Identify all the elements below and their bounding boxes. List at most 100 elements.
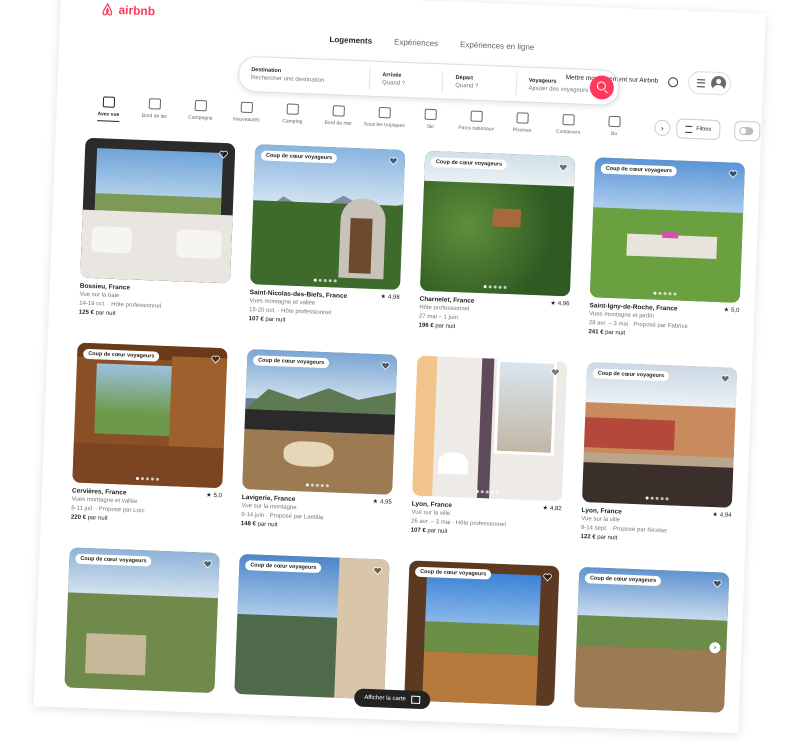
category-bord-de-lac[interactable]: Bord de lac: [132, 98, 177, 121]
listing-card[interactable]: Coup de cœur voyageurs: [404, 560, 560, 707]
listing-photo[interactable]: [412, 355, 568, 502]
price-amount: 148 €: [240, 520, 256, 528]
listing-photo[interactable]: Coup de cœur voyageurs: [64, 547, 220, 694]
rating-value: 4,98: [387, 294, 400, 301]
checkout-label: Départ: [455, 74, 474, 82]
category-nouveautes[interactable]: Nouveautés: [224, 101, 269, 124]
category-label: Containers: [555, 128, 581, 136]
category-avec-vue[interactable]: Avec vue: [86, 96, 131, 123]
rating-value: 4,82: [549, 505, 562, 513]
countryside-icon: [194, 99, 208, 112]
price-amount: 107 €: [410, 527, 426, 534]
price-suffix: par nuit: [435, 323, 456, 330]
listing-photo[interactable]: Coup de cœur voyageurs: [589, 157, 746, 303]
heart-icon[interactable]: [373, 566, 382, 575]
category-label: Piscines: [512, 127, 532, 134]
listing-info: Lyon, France ★ 4,82 Vue sur la ville 26 a…: [411, 500, 562, 541]
checkin-field[interactable]: Arrivée Quand ?: [369, 67, 444, 93]
heart-icon[interactable]: [728, 169, 738, 179]
listing-photo[interactable]: Coup de cœur voyageurs: [581, 362, 738, 508]
category-bo[interactable]: Bo: [592, 115, 637, 138]
star-icon: ★: [372, 499, 379, 506]
listing-info: Bossieu, France Vue sur la baie 14-19 oc…: [79, 282, 230, 323]
listing-photo[interactable]: Coup de cœur voyageurs: [242, 349, 398, 495]
listing-card[interactable]: Bossieu, France Vue sur la baie 14-19 oc…: [79, 137, 236, 323]
show-map-label: Afficher la carte: [364, 694, 406, 703]
heart-icon[interactable]: [211, 355, 220, 364]
price-amount: 122 €: [580, 533, 596, 541]
heart-icon[interactable]: [551, 368, 560, 377]
heart-icon[interactable]: [721, 374, 730, 384]
show-map-button[interactable]: Afficher la carte: [353, 688, 431, 710]
listing-card[interactable]: Coup de cœur voyageurs Lavigerie, France…: [241, 349, 398, 534]
listing-info: Lyon, France ★ 4,94 Vue sur la ville 9-14…: [580, 506, 731, 547]
category-camping[interactable]: Camping: [270, 103, 315, 126]
listing-card[interactable]: Coup de cœur voyageurs Saint-Igny-de-Roc…: [588, 157, 746, 342]
user-menu-button[interactable]: [687, 70, 732, 96]
heart-icon[interactable]: [389, 156, 398, 166]
listing-photo[interactable]: Coup de cœur voyageurs: [72, 342, 228, 489]
star-icon: ★: [206, 492, 212, 499]
heart-icon[interactable]: [543, 573, 552, 582]
category-label: Campagne: [188, 114, 213, 122]
listing-card[interactable]: Coup de cœur voyageurs ›: [574, 566, 730, 713]
star-icon: ★: [380, 294, 387, 301]
checkout-field[interactable]: Départ Quand ?: [443, 70, 518, 96]
globe-icon[interactable]: [667, 76, 679, 87]
heart-icon[interactable]: [203, 560, 213, 569]
display-total-toggle[interactable]: [733, 120, 761, 142]
listing-card[interactable]: Coup de cœur voyageurs: [234, 553, 390, 700]
destination-field[interactable]: Destination Rechercher une destination: [238, 62, 371, 90]
listing-photo[interactable]: Coup de cœur voyageurs: [419, 150, 576, 297]
price-amount: 220 €: [70, 514, 87, 521]
category-containers[interactable]: Containers: [546, 113, 591, 136]
listing-card[interactable]: Coup de cœur voyageurs Cervières, France…: [70, 342, 228, 528]
listing-card[interactable]: Coup de cœur voyageurs: [64, 547, 220, 694]
category-piscines[interactable]: Piscines: [500, 112, 545, 135]
category-ski[interactable]: Ski: [408, 108, 453, 131]
listing-photo[interactable]: Coup de cœur voyageurs ›: [574, 566, 730, 713]
toggle-knob: [739, 126, 754, 136]
price-suffix: par nuit: [605, 329, 626, 337]
category-campagne[interactable]: Campagne: [178, 99, 223, 122]
listing-photo[interactable]: Coup de cœur voyageurs: [234, 553, 390, 700]
listing-card[interactable]: Lyon, France ★ 4,82 Vue sur la ville 26 a…: [411, 355, 568, 541]
category-next-button[interactable]: ›: [654, 119, 671, 137]
search-icon: [596, 81, 607, 91]
listing-info: Lavigerie, France ★ 4,95 Vue sur la monta…: [241, 493, 392, 534]
listing-photo[interactable]: Coup de cœur voyageurs: [404, 560, 560, 707]
star-icon: ★: [542, 505, 549, 512]
heart-icon[interactable]: [559, 163, 568, 172]
tab-logements[interactable]: Logements: [329, 35, 372, 46]
category-tropiques[interactable]: Sous les tropiques: [362, 106, 407, 129]
heart-icon[interactable]: [713, 579, 722, 588]
checkin-value: Quand ?: [381, 80, 406, 87]
listing-rating: ★ 4,94: [712, 511, 731, 520]
price-amount: 107 €: [248, 315, 264, 323]
price-suffix: par nuit: [257, 521, 278, 529]
listing-photo[interactable]: Coup de cœur voyageurs: [250, 144, 406, 290]
category-bord-de-mer[interactable]: Bord de mer: [316, 105, 361, 128]
listing-card[interactable]: Coup de cœur voyageurs Saint-Nicolas-des…: [249, 144, 406, 329]
price-amount: 125 €: [78, 309, 94, 316]
airbnb-logo[interactable]: airbnb: [100, 2, 155, 18]
new-icon: [240, 101, 254, 114]
filters-button[interactable]: Filtres: [675, 118, 721, 141]
heart-icon[interactable]: [381, 361, 390, 371]
tab-experiences[interactable]: Expériences: [394, 37, 438, 48]
heart-icon[interactable]: [219, 150, 228, 159]
listing-info: Saint-Igny-de-Roche, France ★ 5,0 Vues mo…: [588, 301, 739, 342]
chevron-right-icon: ›: [713, 644, 717, 652]
star-icon: ★: [550, 300, 556, 307]
listing-card[interactable]: Coup de cœur voyageurs Charnelet, France…: [418, 150, 576, 336]
rating-value: 5,0: [730, 307, 740, 314]
destination-placeholder: Rechercher une destination: [250, 75, 325, 84]
tropical-icon: [378, 106, 391, 119]
filters-label: Filtres: [696, 126, 712, 133]
category-parcs-nationaux[interactable]: Parcs nationaux: [454, 110, 499, 133]
tab-online-experiences[interactable]: Expériences en ligne: [460, 40, 535, 52]
listing-card[interactable]: Coup de cœur voyageurs Lyon, France ★ 4,9…: [580, 362, 738, 547]
star-icon: ★: [723, 307, 730, 314]
listing-photo[interactable]: [80, 137, 236, 284]
checkin-label: Arrivée: [382, 72, 402, 79]
